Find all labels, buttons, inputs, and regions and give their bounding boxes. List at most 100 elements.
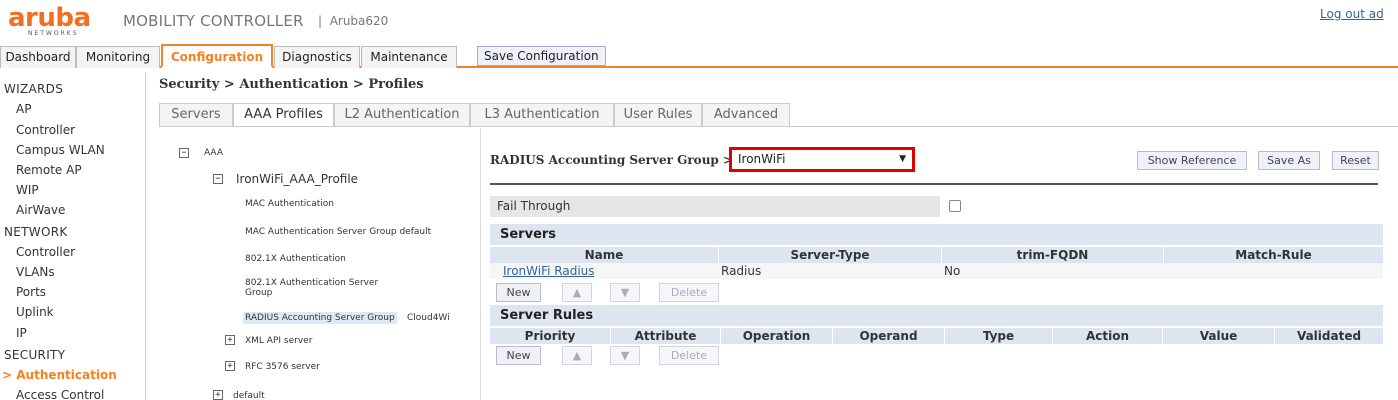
sidebar-item-ports[interactable]: Ports bbox=[16, 285, 46, 299]
col-name: Name bbox=[584, 248, 624, 262]
rules-new-button[interactable]: New bbox=[496, 346, 541, 365]
collapse-icon[interactable]: − bbox=[213, 174, 223, 184]
profile-tree: − AAA − IronWiFi_AAA_Profile MAC Authent… bbox=[150, 128, 480, 400]
tree-item-mac-auth[interactable]: MAC Authentication bbox=[245, 199, 334, 209]
save-as-button[interactable]: Save As bbox=[1258, 151, 1320, 170]
page-title: Security > Authentication > Profiles bbox=[159, 77, 424, 92]
subtab-servers[interactable]: Servers bbox=[159, 103, 233, 127]
servers-column-headers: Name Server-Type trim-FQDN Match-Rule bbox=[490, 247, 1383, 263]
col-action: Action bbox=[1052, 328, 1162, 344]
servers-header: Servers bbox=[490, 224, 1383, 245]
col-validated: Validated bbox=[1274, 328, 1383, 344]
subtab-aaa-profiles[interactable]: AAA Profiles bbox=[233, 103, 334, 127]
sidebar-item-uplink[interactable]: Uplink bbox=[16, 305, 54, 319]
tree-item-8021x-server-group[interactable]: 802.1X Authentication Server bbox=[245, 278, 378, 288]
move-down-icon[interactable]: ▼ bbox=[610, 283, 640, 302]
move-up-icon[interactable]: ▲ bbox=[562, 346, 592, 365]
sidebar-item-campus-wlan[interactable]: Campus WLAN bbox=[16, 143, 105, 157]
sidebar-item-ip[interactable]: IP bbox=[16, 326, 27, 340]
server-rules-header: Server Rules bbox=[490, 305, 1383, 326]
move-up-icon[interactable]: ▲ bbox=[562, 283, 592, 302]
sidebar-item-network-controller[interactable]: Controller bbox=[16, 245, 75, 259]
aruba-logo: aruba NETWORKS bbox=[8, 3, 91, 38]
tree-item-8021x-auth[interactable]: 802.1X Authentication bbox=[245, 254, 346, 264]
tree-item-radius-accounting-server-group[interactable]: RADIUS Accounting Server Group bbox=[243, 312, 397, 324]
col-priority: Priority bbox=[524, 329, 576, 343]
show-reference-button[interactable]: Show Reference bbox=[1137, 151, 1247, 170]
rules-delete-button[interactable]: Delete bbox=[659, 346, 719, 365]
sidebar-item-airwave[interactable]: AirWave bbox=[16, 203, 65, 217]
logout-link[interactable]: Log out ad bbox=[1320, 7, 1384, 21]
collapse-icon[interactable]: − bbox=[179, 148, 189, 158]
col-operand: Operand bbox=[832, 328, 944, 344]
sidebar-item-remote-ap[interactable]: Remote AP bbox=[16, 163, 82, 177]
server-type-cell: Radius bbox=[721, 264, 762, 278]
col-match-rule: Match-Rule bbox=[1163, 247, 1383, 263]
tab-maintenance[interactable]: Maintenance bbox=[361, 46, 457, 68]
detail-rule bbox=[490, 183, 1378, 185]
tree-node-profile[interactable]: IronWiFi_AAA_Profile bbox=[236, 172, 358, 186]
col-operation: Operation bbox=[720, 328, 832, 344]
sidebar-item-vlans[interactable]: VLANs bbox=[16, 265, 55, 279]
tree-node-aaa[interactable]: AAA bbox=[204, 148, 223, 158]
trim-fqdn-cell: No bbox=[944, 264, 961, 278]
match-rule-cell bbox=[1163, 263, 1383, 279]
product-name: MOBILITY CONTROLLER bbox=[123, 12, 304, 30]
col-value: Value bbox=[1162, 328, 1274, 344]
sidebar-item-ap[interactable]: AP bbox=[16, 102, 31, 116]
expand-icon[interactable]: + bbox=[225, 335, 235, 345]
expand-icon[interactable]: + bbox=[213, 390, 223, 400]
subtab-divider bbox=[159, 126, 1398, 127]
tab-configuration[interactable]: Configuration bbox=[161, 44, 273, 68]
device-label: Aruba620 bbox=[329, 14, 389, 28]
tree-item-8021x-server-group-cont: Group bbox=[245, 288, 273, 298]
move-down-icon[interactable]: ▼ bbox=[610, 346, 640, 365]
device-name: | Aruba620 bbox=[318, 14, 388, 28]
servers-new-button[interactable]: New bbox=[496, 283, 541, 302]
col-attribute: Attribute bbox=[610, 328, 720, 344]
server-group-select[interactable]: IronWiFi ▼ bbox=[729, 147, 915, 172]
tree-node-xml-api-server[interactable]: XML API server bbox=[245, 336, 312, 346]
tree-item-radius-value: Cloud4Wi bbox=[407, 313, 450, 323]
fail-through-label: Fail Through bbox=[490, 196, 940, 217]
top-nav: Dashboard Monitoring Configuration Diagn… bbox=[0, 44, 1398, 68]
subtab-advanced[interactable]: Advanced bbox=[702, 103, 790, 127]
server-group-value: IronWiFi bbox=[738, 152, 786, 166]
fail-through-checkbox[interactable] bbox=[949, 200, 961, 212]
tab-diagnostics[interactable]: Diagnostics bbox=[274, 46, 360, 68]
sidebar-section-network: NETWORK bbox=[4, 225, 68, 239]
tab-dashboard[interactable]: Dashboard bbox=[0, 46, 76, 68]
dropdown-arrow-icon: ▼ bbox=[899, 154, 906, 164]
tab-monitoring[interactable]: Monitoring bbox=[76, 46, 160, 68]
servers-delete-button[interactable]: Delete bbox=[659, 283, 719, 302]
sidebar-item-authentication[interactable]: > Authentication bbox=[2, 368, 117, 382]
table-row[interactable]: IronWiFi Radius Radius No bbox=[490, 263, 1383, 279]
subtab-l3-authentication[interactable]: L3 Authentication bbox=[470, 103, 614, 127]
sidebar-item-access-control[interactable]: Access Control bbox=[16, 388, 104, 400]
detail-title: RADIUS Accounting Server Group > bbox=[490, 153, 734, 167]
tree-node-default[interactable]: default bbox=[233, 391, 265, 400]
sidebar-item-label: Authentication bbox=[16, 368, 117, 382]
server-name-link[interactable]: IronWiFi Radius bbox=[500, 263, 718, 279]
panel-divider bbox=[480, 128, 481, 400]
server-rules-column-headers: Priority Attribute Operation Operand Typ… bbox=[490, 328, 1383, 344]
sidebar-item-wip[interactable]: WIP bbox=[16, 183, 39, 197]
subtab-l2-authentication[interactable]: L2 Authentication bbox=[334, 103, 470, 127]
col-server-type: Server-Type bbox=[718, 247, 941, 263]
col-type: Type bbox=[944, 328, 1052, 344]
active-marker-icon: > bbox=[2, 368, 13, 382]
reset-button[interactable]: Reset bbox=[1332, 151, 1379, 170]
sidebar: WIZARDS AP Controller Campus WLAN Remote… bbox=[0, 72, 146, 400]
tree-item-mac-auth-server-group[interactable]: MAC Authentication Server Group default bbox=[245, 227, 431, 237]
logo-word: aruba bbox=[8, 3, 91, 33]
col-trim-fqdn: trim-FQDN bbox=[941, 247, 1163, 263]
sidebar-item-controller[interactable]: Controller bbox=[16, 123, 75, 137]
tree-node-rfc-3576-server[interactable]: RFC 3576 server bbox=[245, 362, 320, 372]
save-configuration-button[interactable]: Save Configuration bbox=[477, 46, 606, 66]
subtab-user-rules[interactable]: User Rules bbox=[614, 103, 702, 127]
expand-icon[interactable]: + bbox=[225, 361, 235, 371]
app-header: aruba NETWORKS MOBILITY CONTROLLER | Aru… bbox=[0, 0, 1398, 42]
sidebar-section-wizards: WIZARDS bbox=[4, 82, 64, 96]
title-separator: | bbox=[318, 14, 323, 28]
sidebar-section-security: SECURITY bbox=[4, 348, 66, 362]
